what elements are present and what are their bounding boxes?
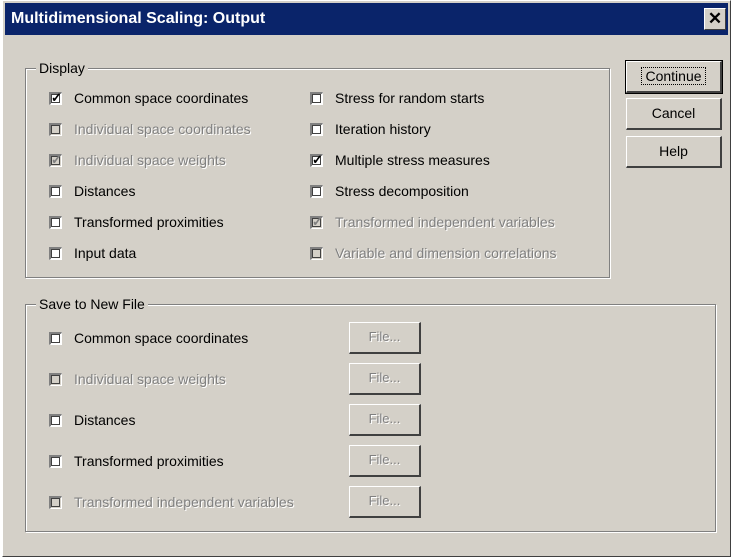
file-button: File...	[349, 322, 421, 354]
checkbox[interactable]	[49, 413, 62, 427]
display-option[interactable]: Iteration history	[310, 118, 431, 140]
checkbox-label: Common space coordinates	[74, 90, 249, 106]
checkbox-label: Transformed independent variables	[74, 494, 294, 510]
check-icon: ✓	[51, 89, 62, 105]
display-option[interactable]: Transformed proximities	[49, 211, 224, 233]
checkbox-label: Iteration history	[335, 121, 431, 137]
check-icon: ✓	[312, 151, 323, 167]
display-option[interactable]: Distances	[49, 180, 135, 202]
display-option[interactable]: ✓ Multiple stress measures	[310, 149, 490, 171]
checkbox-label: Stress decomposition	[335, 183, 469, 199]
file-button: File...	[349, 404, 421, 436]
save-legend: Save to New File	[36, 295, 148, 313]
checkbox-label: Common space coordinates	[74, 330, 249, 346]
checkbox	[49, 372, 62, 386]
checkbox-label: Variable and dimension correlations	[335, 245, 557, 261]
close-icon[interactable]: ✕	[704, 8, 726, 30]
checkbox[interactable]	[310, 91, 323, 105]
checkbox[interactable]: ✓	[49, 89, 62, 105]
display-option: Variable and dimension correlations	[310, 242, 557, 264]
check-icon: ✓	[51, 151, 62, 167]
checkbox[interactable]	[49, 331, 62, 345]
display-option[interactable]: Stress decomposition	[310, 180, 469, 202]
file-button: File...	[349, 363, 421, 395]
checkbox-label: Transformed independent variables	[335, 214, 555, 230]
checkbox	[49, 122, 62, 136]
check-icon: ✓	[312, 213, 323, 229]
checkbox[interactable]	[49, 246, 62, 260]
checkbox-label: Individual space coordinates	[74, 121, 251, 137]
checkbox	[49, 495, 62, 509]
checkbox: ✓	[49, 151, 62, 167]
save-option[interactable]: Transformed proximities	[49, 450, 224, 472]
display-option: Individual space coordinates	[49, 118, 251, 140]
checkbox[interactable]	[310, 122, 323, 136]
save-option[interactable]: Common space coordinates	[49, 327, 248, 349]
checkbox[interactable]	[310, 184, 323, 198]
checkbox-label: Stress for random starts	[335, 90, 485, 106]
checkbox-label: Input data	[74, 245, 137, 261]
save-option: Individual space weights	[49, 368, 226, 390]
checkbox-label: Individual space weights	[74, 152, 226, 168]
help-button[interactable]: Help	[626, 136, 722, 168]
file-button: File...	[349, 445, 421, 477]
checkbox[interactable]: ✓	[310, 151, 323, 167]
checkbox-label: Individual space weights	[74, 371, 226, 387]
file-button: File...	[349, 486, 421, 518]
continue-label: Continue	[641, 67, 706, 85]
cancel-button[interactable]: Cancel	[626, 98, 722, 130]
continue-button[interactable]: Continue	[625, 60, 723, 94]
display-option: ✓ Transformed independent variables	[310, 211, 555, 233]
checkbox	[310, 246, 323, 260]
display-option: ✓ Individual space weights	[49, 149, 226, 171]
checkbox-label: Distances	[74, 412, 136, 428]
display-option[interactable]: ✓ Common space coordinates	[49, 87, 248, 109]
checkbox-label: Transformed proximities	[74, 453, 224, 469]
checkbox: ✓	[310, 213, 323, 229]
checkbox-label: Distances	[74, 183, 136, 199]
save-option: Transformed independent variables	[49, 491, 294, 513]
display-legend: Display	[36, 59, 88, 77]
checkbox[interactable]	[49, 454, 62, 468]
title-bar: Multidimensional Scaling: Output ✕	[5, 3, 728, 35]
display-option[interactable]: Stress for random starts	[310, 87, 484, 109]
dialog-title: Multidimensional Scaling: Output	[11, 10, 266, 27]
display-option[interactable]: Input data	[49, 242, 136, 264]
save-option[interactable]: Distances	[49, 409, 135, 431]
checkbox-label: Multiple stress measures	[335, 152, 490, 168]
checkbox[interactable]	[49, 184, 62, 198]
checkbox[interactable]	[49, 215, 62, 229]
checkbox-label: Transformed proximities	[74, 214, 224, 230]
output-dialog: Multidimensional Scaling: Output ✕ Displ…	[2, 0, 731, 557]
